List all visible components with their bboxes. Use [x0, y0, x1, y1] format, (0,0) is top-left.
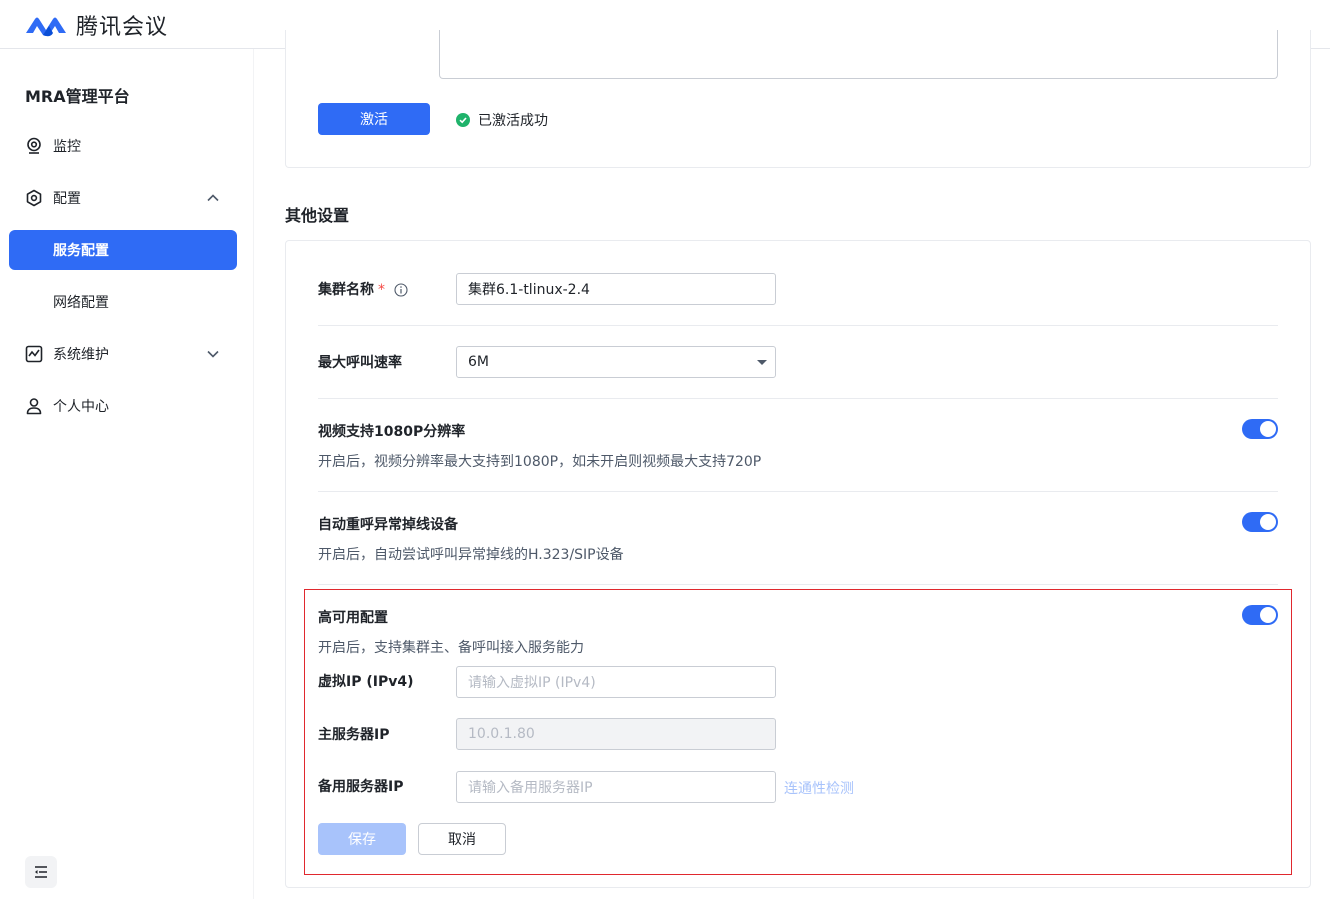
user-icon — [26, 398, 42, 415]
sidebar-item-label: 配置 — [53, 191, 81, 207]
video-1080p-toggle[interactable] — [1242, 419, 1278, 439]
toggle-knob — [1260, 421, 1276, 437]
ha-desc: 开启后，支持集群主、备呼叫接入服务能力 — [318, 640, 584, 656]
section-title: 其他设置 — [285, 206, 350, 225]
activate-button[interactable]: 激活 — [318, 103, 430, 135]
connectivity-test-link[interactable]: 连通性检测 — [784, 778, 854, 798]
tencent-meeting-logo-icon — [26, 17, 66, 37]
sidebar-item-config[interactable]: 配置 — [9, 178, 237, 218]
backup-ip-label: 备用服务器IP — [318, 779, 404, 795]
sidebar-item-monitor[interactable]: 监控 — [9, 126, 237, 166]
divider — [318, 584, 1278, 585]
cluster-name-label-text: 集群名称 — [318, 282, 374, 298]
license-textarea[interactable] — [439, 30, 1278, 79]
virtual-ip-label: 虚拟IP (IPv4) — [318, 674, 414, 690]
monitor-icon — [27, 137, 41, 154]
max-call-rate-select[interactable]: 6M — [456, 346, 776, 378]
divider — [318, 398, 1278, 399]
info-icon[interactable] — [394, 283, 408, 297]
sidebar-item-label: 网络配置 — [53, 295, 109, 311]
ha-toggle[interactable] — [1242, 605, 1278, 625]
backup-ip-input[interactable]: 请输入备用服务器IP — [456, 771, 776, 803]
caret-down-icon — [757, 360, 767, 365]
toggle-knob — [1260, 607, 1276, 623]
ha-label: 高可用配置 — [318, 610, 388, 626]
video-1080p-desc: 开启后，视频分辨率最大支持到1080P，如未开启则视频最大支持720P — [318, 454, 762, 470]
cluster-name-input[interactable]: 集群6.1-tlinux-2.4 — [456, 273, 776, 305]
sidebar-item-label: 监控 — [53, 139, 81, 155]
cluster-name-label: 集群名称 * — [318, 279, 408, 299]
check-circle-icon — [456, 113, 470, 127]
auto-redial-label: 自动重呼异常掉线设备 — [318, 517, 458, 533]
sidebar-item-service-config[interactable]: 服务配置 — [9, 230, 237, 270]
sidebar: MRA管理平台 监控 配置 服务配置 网络配置 系统维护 个人中心 — [0, 49, 254, 899]
app-name: 腾讯会议 — [76, 15, 169, 40]
divider — [318, 325, 1278, 326]
max-call-rate-label: 最大呼叫速率 — [318, 355, 402, 371]
max-call-rate-value: 6M — [468, 354, 489, 370]
auto-redial-toggle[interactable] — [1242, 512, 1278, 532]
sidebar-item-system-maintenance[interactable]: 系统维护 — [9, 334, 237, 374]
collapse-menu-icon — [35, 866, 47, 878]
sidebar-item-network-config[interactable]: 网络配置 — [9, 282, 237, 322]
required-mark: * — [378, 282, 385, 298]
collapse-sidebar-button[interactable] — [25, 856, 57, 888]
activation-status-text: 已激活成功 — [478, 113, 548, 129]
sidebar-item-label: 个人中心 — [53, 399, 109, 415]
gear-icon — [26, 189, 42, 207]
toggle-knob — [1260, 514, 1276, 530]
save-button[interactable]: 保存 — [318, 823, 406, 855]
chart-icon — [25, 345, 43, 363]
cancel-button[interactable]: 取消 — [418, 823, 506, 855]
primary-ip-label: 主服务器IP — [318, 727, 390, 743]
chevron-down-icon — [207, 350, 219, 358]
chevron-up-icon — [207, 194, 219, 202]
video-1080p-label: 视频支持1080P分辨率 — [318, 424, 466, 440]
activation-status: 已激活成功 — [456, 110, 548, 130]
sidebar-item-label: 服务配置 — [53, 243, 109, 259]
virtual-ip-input[interactable]: 请输入虚拟IP (IPv4) — [456, 666, 776, 698]
auto-redial-desc: 开启后，自动尝试呼叫异常掉线的H.323/SIP设备 — [318, 547, 624, 563]
primary-ip-input: 10.0.1.80 — [456, 718, 776, 750]
sidebar-item-personal-center[interactable]: 个人中心 — [9, 386, 237, 426]
platform-title: MRA管理平台 — [25, 87, 130, 106]
sidebar-item-label: 系统维护 — [53, 347, 109, 363]
divider — [318, 491, 1278, 492]
app-logo[interactable]: 腾讯会议 — [24, 9, 168, 41]
